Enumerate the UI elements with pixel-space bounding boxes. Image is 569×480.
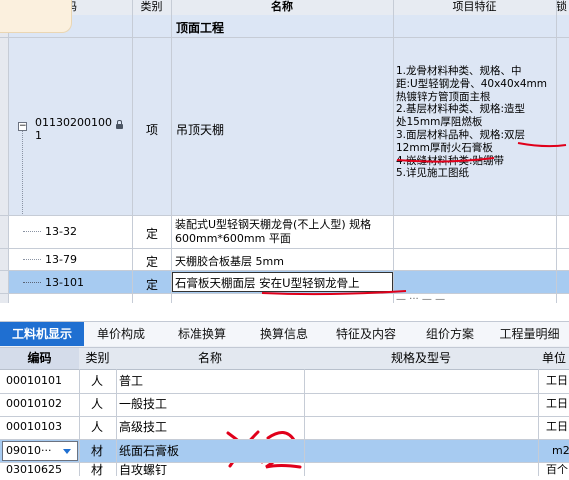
row-type: 人 xyxy=(91,374,104,388)
grid-line xyxy=(0,393,569,394)
row-unit: 百个 xyxy=(546,463,568,476)
row-name: 自攻螺钉 xyxy=(119,463,168,477)
table-row-selected[interactable]: 09010··· 材 纸面石膏板 m2 xyxy=(0,440,569,462)
table-row[interactable]: 00010103 人 高级技工 工日 xyxy=(0,417,569,437)
red-underline xyxy=(396,157,495,163)
bottom-header-name[interactable]: 名称 xyxy=(116,348,305,370)
row-type: 人 xyxy=(91,420,104,434)
row-name: 纸面石膏板 xyxy=(119,444,180,458)
bottom-header-spec[interactable]: 规格及型号 xyxy=(304,348,539,370)
row-code: 00010103 xyxy=(6,420,62,433)
row-unit: 工日 xyxy=(546,397,568,410)
row-type: 材 xyxy=(91,463,104,477)
row-code: 09010··· xyxy=(6,444,52,457)
row-name: 一般技工 xyxy=(119,397,168,411)
tab-quantity-detail[interactable]: 工程量明细 xyxy=(490,322,569,346)
table-row[interactable]: 00010101 人 普工 工日 xyxy=(0,371,569,391)
table-row[interactable]: 00010102 人 一般技工 工日 xyxy=(0,394,569,414)
row-name: 普工 xyxy=(119,374,144,388)
tab-unit-price[interactable]: 单价构成 xyxy=(84,322,159,346)
row-type: 材 xyxy=(91,444,104,458)
grid-line xyxy=(304,369,305,476)
row-name: 高级技工 xyxy=(119,420,168,434)
row-unit: 工日 xyxy=(546,420,568,433)
table-row[interactable]: 03010625 材 自攻螺钉 百个 xyxy=(0,463,569,477)
row-code: 00010102 xyxy=(6,397,62,410)
tab-pricing-plan[interactable]: 组价方案 xyxy=(410,322,491,346)
grid-line xyxy=(0,462,569,463)
grid-line xyxy=(0,416,569,417)
row-code: 03010625 xyxy=(6,463,62,476)
red-underline xyxy=(261,290,407,296)
grid-line xyxy=(538,369,539,476)
row-unit: 工日 xyxy=(546,374,568,387)
tab-conversion-info[interactable]: 换算信息 xyxy=(246,322,323,346)
grid-line xyxy=(116,369,117,476)
row-type: 人 xyxy=(91,397,104,411)
bottom-header-type[interactable]: 类别 xyxy=(79,348,117,370)
grid-line xyxy=(0,439,569,440)
handwritten-annotation: X2 xyxy=(232,432,233,433)
row-unit: m2 xyxy=(552,444,569,457)
tab-standard-conversion[interactable]: 标准换算 xyxy=(158,322,247,346)
row-code: 00010101 xyxy=(6,374,62,387)
bottom-header-code[interactable]: 编码 xyxy=(0,348,80,370)
tab-labor-material[interactable]: 工料机显示 xyxy=(0,322,85,346)
tab-features-content[interactable]: 特征及内容 xyxy=(322,322,411,346)
red-underline xyxy=(517,142,567,148)
chevron-down-icon[interactable] xyxy=(63,449,71,454)
bottom-header-unit[interactable]: 单位 xyxy=(538,348,569,370)
grid-line xyxy=(79,369,80,476)
